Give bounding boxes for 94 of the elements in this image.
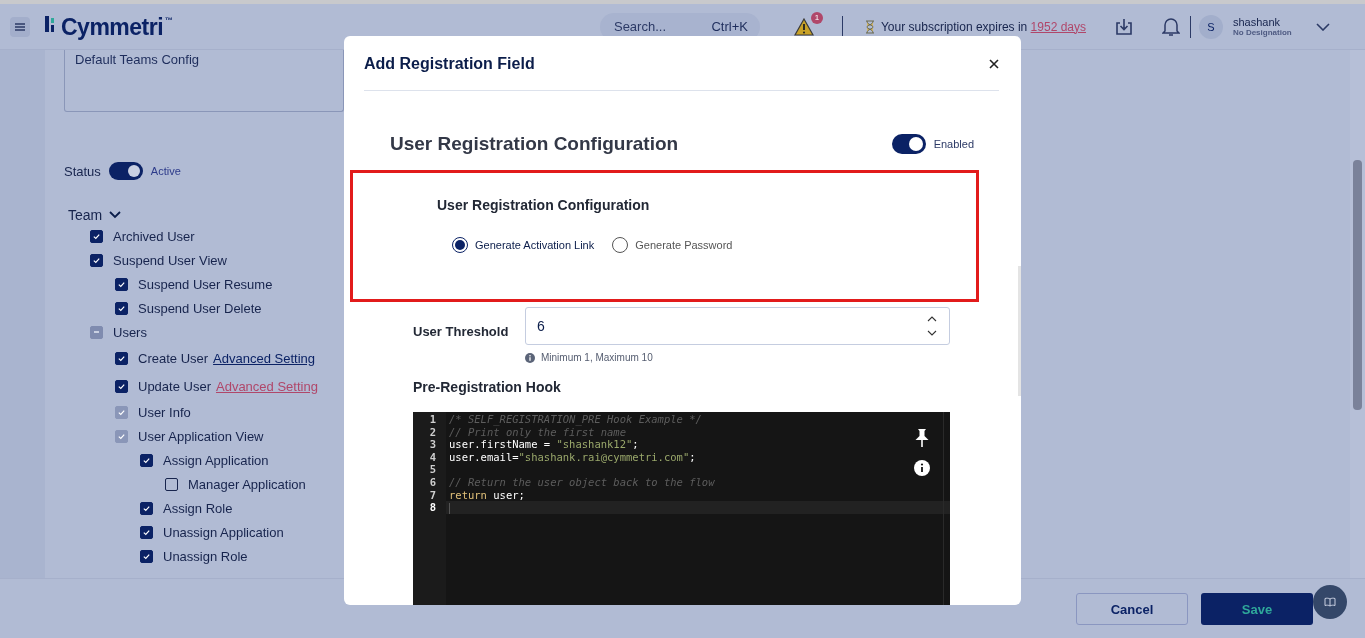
permission-label: Assign Role [163, 500, 233, 516]
checkbox[interactable] [115, 301, 128, 315]
checkmark-icon [117, 431, 126, 441]
permission-label: Suspend User Resume [138, 276, 273, 292]
shortcut-hint: Ctrl+K [711, 19, 748, 34]
threshold-label: User Threshold [413, 324, 510, 341]
checkmark-icon [92, 231, 101, 241]
permission-label: User Info [138, 404, 191, 420]
advanced-setting-link[interactable]: Advanced Setting [213, 350, 315, 366]
checkmark-icon [117, 407, 126, 417]
permission-label: Unassign Role [163, 548, 248, 564]
status-toggle[interactable] [108, 162, 143, 180]
description-text: Default Teams Config [75, 52, 200, 67]
logo-text: Cymmetri [61, 15, 164, 38]
checkmark-icon [117, 353, 126, 363]
permission-label: Suspend User Delete [138, 300, 262, 316]
text-cursor [449, 502, 450, 514]
line-number: 8 [428, 501, 437, 514]
save-button[interactable]: Save [1201, 593, 1313, 625]
line-number: 4 [428, 450, 437, 464]
pin-icon[interactable] [913, 428, 931, 448]
line-number: 1 [428, 413, 437, 426]
hourglass-icon [864, 19, 875, 34]
menu-icon [15, 22, 25, 31]
code-line: user.firstName = "shashank12"; [449, 438, 639, 451]
enabled-toggle[interactable] [891, 134, 926, 154]
spinner-arrows-icon[interactable] [927, 315, 937, 337]
checkmark-icon [117, 303, 126, 313]
checkbox[interactable] [115, 351, 128, 365]
dialog-title: Add Registration Field [364, 55, 535, 73]
book-icon [1324, 597, 1336, 607]
dash-icon [94, 331, 99, 333]
status-value: Active [150, 165, 181, 177]
hook-label: Pre-Registration Hook [413, 379, 562, 395]
threshold-hint: Minimum 1, Maximum 10 [541, 352, 653, 363]
permission-label: Manager Application [188, 476, 306, 492]
notification-count: 1 [810, 11, 823, 24]
permission-label: Suspend User View [113, 252, 227, 268]
user-designation: No Designation [1233, 28, 1293, 37]
bell-icon[interactable] [1162, 16, 1180, 37]
checkmark-icon [92, 255, 101, 265]
status-label: Status [64, 163, 101, 179]
checkmark-icon [142, 503, 151, 513]
line-number: 5 [428, 463, 437, 476]
code-line: return user; [449, 488, 525, 502]
checkmark-icon [142, 527, 151, 537]
download-icon[interactable] [1114, 17, 1134, 36]
threshold-field[interactable]: 6 [525, 307, 950, 345]
line-number: 2 [428, 425, 437, 439]
checkmark-icon [142, 455, 151, 465]
code-line: // Print only the first name [449, 425, 626, 439]
enabled-label: Enabled [933, 138, 974, 150]
checkmark-icon [117, 381, 126, 391]
help-button[interactable] [1313, 585, 1347, 619]
menu-button[interactable] [10, 16, 30, 37]
permission-label: Users [113, 324, 147, 340]
team-group-toggle[interactable]: Team [68, 207, 122, 223]
user-name: shashank [1233, 16, 1282, 28]
checkmark-icon [142, 551, 151, 561]
info-icon[interactable] [914, 460, 930, 476]
subscription-notice: Your subscription expires in 1952 days [880, 19, 1086, 34]
checkbox[interactable] [115, 379, 128, 393]
code-line: // Return the user object back to the flow [449, 475, 715, 489]
radio-label[interactable]: Generate Activation Link [475, 239, 595, 251]
line-number: 6 [428, 475, 437, 489]
permission-label: Create User [138, 350, 209, 366]
radio-label[interactable]: Generate Password [635, 239, 733, 251]
threshold-value: 6 [537, 318, 545, 334]
permission-label: Assign Application [163, 452, 269, 468]
trademark-mark: ™ [165, 15, 174, 25]
cancel-button[interactable]: Cancel [1076, 593, 1188, 625]
chevron-down-icon[interactable] [1316, 22, 1330, 31]
search-input[interactable]: Search... [611, 18, 712, 35]
info-icon [525, 352, 535, 363]
permission-label: Unassign Application [163, 524, 284, 540]
line-number: 3 [428, 438, 437, 451]
line-number: 7 [428, 488, 437, 502]
checkbox[interactable] [90, 325, 103, 339]
checkbox[interactable] [90, 229, 103, 243]
checkbox[interactable] [115, 277, 128, 291]
close-icon[interactable] [989, 59, 999, 69]
permission-label: Archived User [113, 228, 195, 244]
code-line: user.email="shashank.rai@cymmetri.com"; [449, 450, 696, 464]
permission-label: User Application View [138, 428, 264, 444]
config-title: User Registration Configuration [437, 197, 651, 213]
user-avatar[interactable]: S [1199, 14, 1223, 39]
warning-icon[interactable] [793, 17, 814, 36]
chevron-down-icon [109, 211, 122, 219]
checkbox[interactable] [90, 253, 103, 267]
checkmark-icon [117, 279, 126, 289]
page-scrollbar[interactable] [1350, 50, 1365, 578]
section-heading: User Registration Configuration [390, 133, 680, 155]
permission-label: Update User [138, 378, 211, 394]
code-line: /* SELF_REGISTRATION_PRE Hook Example */ [449, 413, 702, 426]
